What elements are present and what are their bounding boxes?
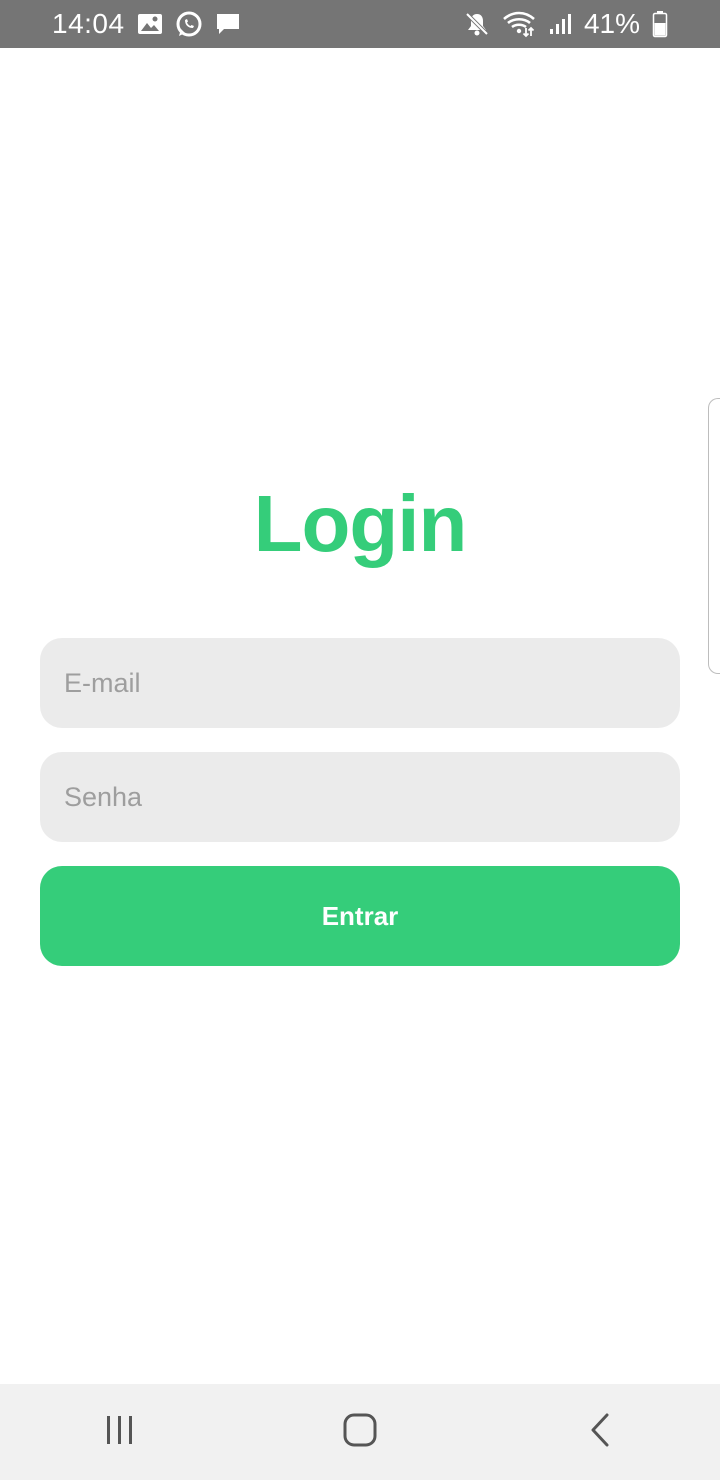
battery-percent: 41%	[583, 8, 640, 39]
back-button[interactable]	[540, 1384, 660, 1480]
status-time: 14:04	[52, 8, 125, 39]
login-button-label: Entrar	[321, 900, 399, 931]
email-field[interactable]	[40, 638, 680, 728]
status-bar: 14:04 41%	[0, 0, 720, 48]
login-button[interactable]: Entrar	[40, 866, 680, 966]
recent-apps-button[interactable]	[60, 1384, 180, 1480]
status-right-group: 41%	[464, 8, 668, 40]
home-icon	[342, 1412, 378, 1453]
home-button[interactable]	[300, 1384, 420, 1480]
back-icon	[588, 1412, 612, 1453]
wifi-icon	[502, 9, 536, 39]
page-title: Login	[253, 479, 468, 568]
battery-icon	[652, 9, 668, 39]
navigation-bar	[0, 1384, 720, 1480]
status-left-group: 14:04	[52, 8, 241, 40]
recent-apps-icon	[104, 1414, 136, 1451]
whatsapp-icon	[175, 9, 203, 39]
signal-icon	[548, 9, 572, 39]
gallery-icon	[137, 9, 163, 39]
password-field[interactable]	[40, 752, 680, 842]
mute-icon	[464, 9, 490, 39]
message-icon	[215, 9, 241, 39]
